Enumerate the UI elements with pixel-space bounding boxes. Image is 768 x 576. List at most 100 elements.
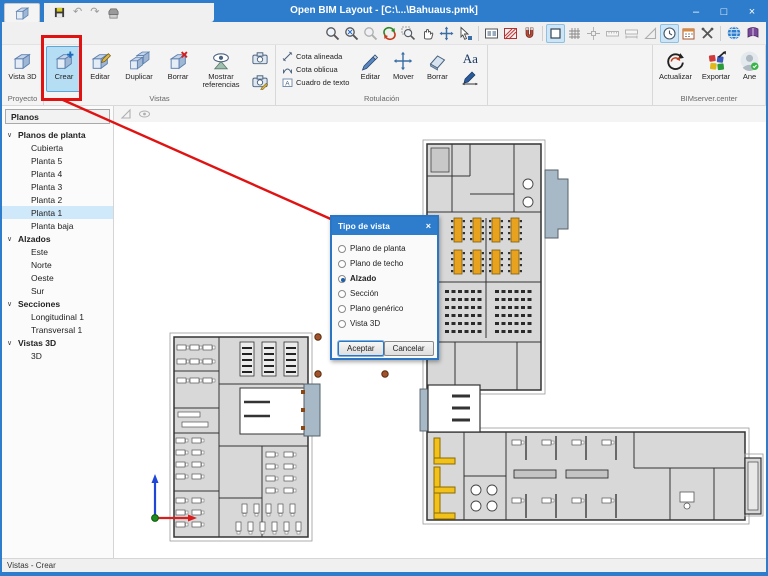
ribbon-group-bimserver: Actualizar Exportar Ane BIMserver.center [653, 45, 766, 105]
help-book-icon[interactable] [743, 24, 762, 43]
chevron-down-icon: ∨ [7, 339, 13, 347]
hatch-icon[interactable] [501, 24, 520, 43]
camera-edit-icon[interactable] [249, 70, 271, 91]
duplicar-button[interactable]: Duplicar [118, 46, 160, 92]
quick-access-toolbar: ↶ ↷ [44, 3, 214, 22]
ribbon-group-rotulacion: Cota alineada Cota oblicua A Cuadro de t… [276, 45, 489, 105]
group-label-rotulacion: Rotulación [363, 94, 400, 103]
tree-item-transversal-1[interactable]: Transversal 1 [2, 323, 113, 336]
printer-icon[interactable] [107, 7, 120, 19]
app-window: Open BIM Layout - [C:\...\Bahuaus.pmk] –… [0, 0, 768, 576]
radio-plano-de-planta[interactable]: Plano de planta [338, 241, 431, 256]
aceptar-button[interactable]: Aceptar [338, 341, 384, 356]
user-account-button[interactable]: Ane [736, 46, 763, 92]
grid-icon[interactable] [565, 24, 584, 43]
editar-vista-button[interactable]: Editar [83, 46, 117, 92]
radio-plano-de-techo[interactable]: Plano de techo [338, 256, 431, 271]
zoom-region-icon[interactable] [399, 24, 418, 43]
window-title: Open BIM Layout - [C:\...\Bahuaus.pmk] [290, 5, 478, 16]
view-toolbar [2, 22, 766, 45]
slide-icon[interactable] [482, 24, 501, 43]
tools-icon[interactable] [698, 24, 717, 43]
text-box-icon: A [282, 77, 293, 88]
tree-item-norte[interactable]: Norte [2, 258, 113, 271]
radio-icon [338, 289, 346, 298]
cota-alineada-item[interactable]: Cota alineada [282, 51, 349, 62]
set-square-icon [641, 24, 660, 43]
group-label-bimserver: BIMserver.center [680, 94, 738, 103]
cuadro-de-texto-item[interactable]: A Cuadro de texto [282, 77, 349, 88]
app-menu-button[interactable] [4, 3, 40, 23]
view-point-marker [381, 370, 389, 378]
undo-icon: ↶ [73, 6, 83, 18]
tree-item-cubierta[interactable]: Cubierta [2, 141, 113, 154]
save-icon[interactable] [54, 7, 65, 18]
drawing-canvas[interactable] [114, 106, 766, 558]
orbit-icon[interactable] [380, 24, 399, 43]
tree-item-planta-3[interactable]: Planta 3 [2, 180, 113, 193]
borrar-rotulo-button[interactable]: Borrar [420, 46, 454, 92]
radio-plano-generico[interactable]: Plano genérico [338, 301, 431, 316]
dimension-ruler2-icon [622, 24, 641, 43]
magnet-snap-icon[interactable] [520, 24, 539, 43]
tree-section-alzados[interactable]: ∨ Alzados [2, 232, 113, 245]
globe-icon[interactable] [724, 24, 743, 43]
clock-icon[interactable] [660, 23, 679, 43]
pointer-select-icon[interactable] [456, 24, 475, 43]
cota-oblicua-item[interactable]: Cota oblicua [282, 64, 349, 75]
group-label-vistas: Vistas [149, 94, 170, 103]
zoom-previous-icon [361, 24, 380, 43]
tree-item-planta-4[interactable]: Planta 4 [2, 167, 113, 180]
mostrar-referencias-button[interactable]: Mostrar referencias [196, 46, 246, 92]
radio-vista-3d[interactable]: Vista 3D [338, 316, 431, 331]
tree-item-planta-2[interactable]: Planta 2 [2, 193, 113, 206]
floor-plan-large [419, 139, 764, 525]
ribbon-group-vistas: Crear Editar Duplicar Borrar Mostrar ref… [44, 45, 276, 105]
borrar-vista-button[interactable]: Borrar [161, 46, 195, 92]
tree-item-oeste[interactable]: Oeste [2, 271, 113, 284]
dialog-close-icon[interactable]: × [426, 221, 431, 231]
tree-section-secciones[interactable]: ∨ Secciones [2, 297, 113, 310]
tree-section-planos-de-planta[interactable]: ∨ Planos de planta [2, 128, 113, 141]
actualizar-button[interactable]: Actualizar [655, 46, 696, 92]
ribbon-group-proyecto: Vista 3D Proyecto [2, 45, 44, 105]
mover-button[interactable]: Mover [387, 46, 419, 92]
user-avatar-icon [739, 49, 760, 73]
tree-item-planta-1[interactable]: Planta 1 [2, 206, 113, 219]
dimension-aligned-icon [282, 51, 293, 62]
move-view-icon[interactable] [437, 24, 456, 43]
tree-item-planta-baja[interactable]: Planta baja [2, 219, 113, 232]
crear-button[interactable]: Crear [46, 46, 82, 92]
cube-edit-icon [90, 49, 111, 73]
close-button[interactable]: × [738, 2, 766, 22]
radio-seccion[interactable]: Sección [338, 286, 431, 301]
camera-icon[interactable] [249, 47, 271, 68]
calendar-icon[interactable] [679, 24, 698, 43]
rectangle-icon[interactable] [546, 23, 565, 43]
cancelar-button[interactable]: Cancelar [383, 341, 434, 356]
maximize-button[interactable]: □ [710, 2, 738, 22]
zoom-extents-icon[interactable] [342, 24, 361, 43]
minimize-button[interactable]: – [682, 2, 710, 22]
sidebar-header[interactable]: Planos [5, 109, 110, 124]
tree-section-vistas-3d[interactable]: ∨ Vistas 3D [2, 336, 113, 349]
sidebar: Planos ∨ Planos de planta Cubierta Planta… [2, 106, 114, 558]
tree-item-planta-5[interactable]: Planta 5 [2, 154, 113, 167]
tree-item-longitudinal-1[interactable]: Longitudinal 1 [2, 310, 113, 323]
tree-item-3d[interactable]: 3D [2, 349, 113, 362]
vista-3d-button[interactable]: Vista 3D [4, 46, 41, 92]
cube-3d-icon [12, 49, 33, 73]
tree-item-sur[interactable]: Sur [2, 284, 113, 297]
dialog-title-bar[interactable]: Tipo de vista × [332, 217, 437, 235]
tree-item-este[interactable]: Este [2, 245, 113, 258]
move-cross-icon [393, 49, 413, 73]
zoom-window-icon[interactable] [323, 24, 342, 43]
pan-hand-icon[interactable] [418, 24, 437, 43]
radio-alzado[interactable]: Alzado [338, 271, 431, 286]
text-style-icon[interactable]: Aa [460, 50, 481, 67]
pen-dimension-icon[interactable] [459, 68, 481, 89]
radio-icon [338, 304, 346, 313]
editar-rotulo-button[interactable]: Editar [354, 46, 386, 92]
exportar-button[interactable]: Exportar [697, 46, 735, 92]
floor-plan-small [169, 332, 321, 542]
